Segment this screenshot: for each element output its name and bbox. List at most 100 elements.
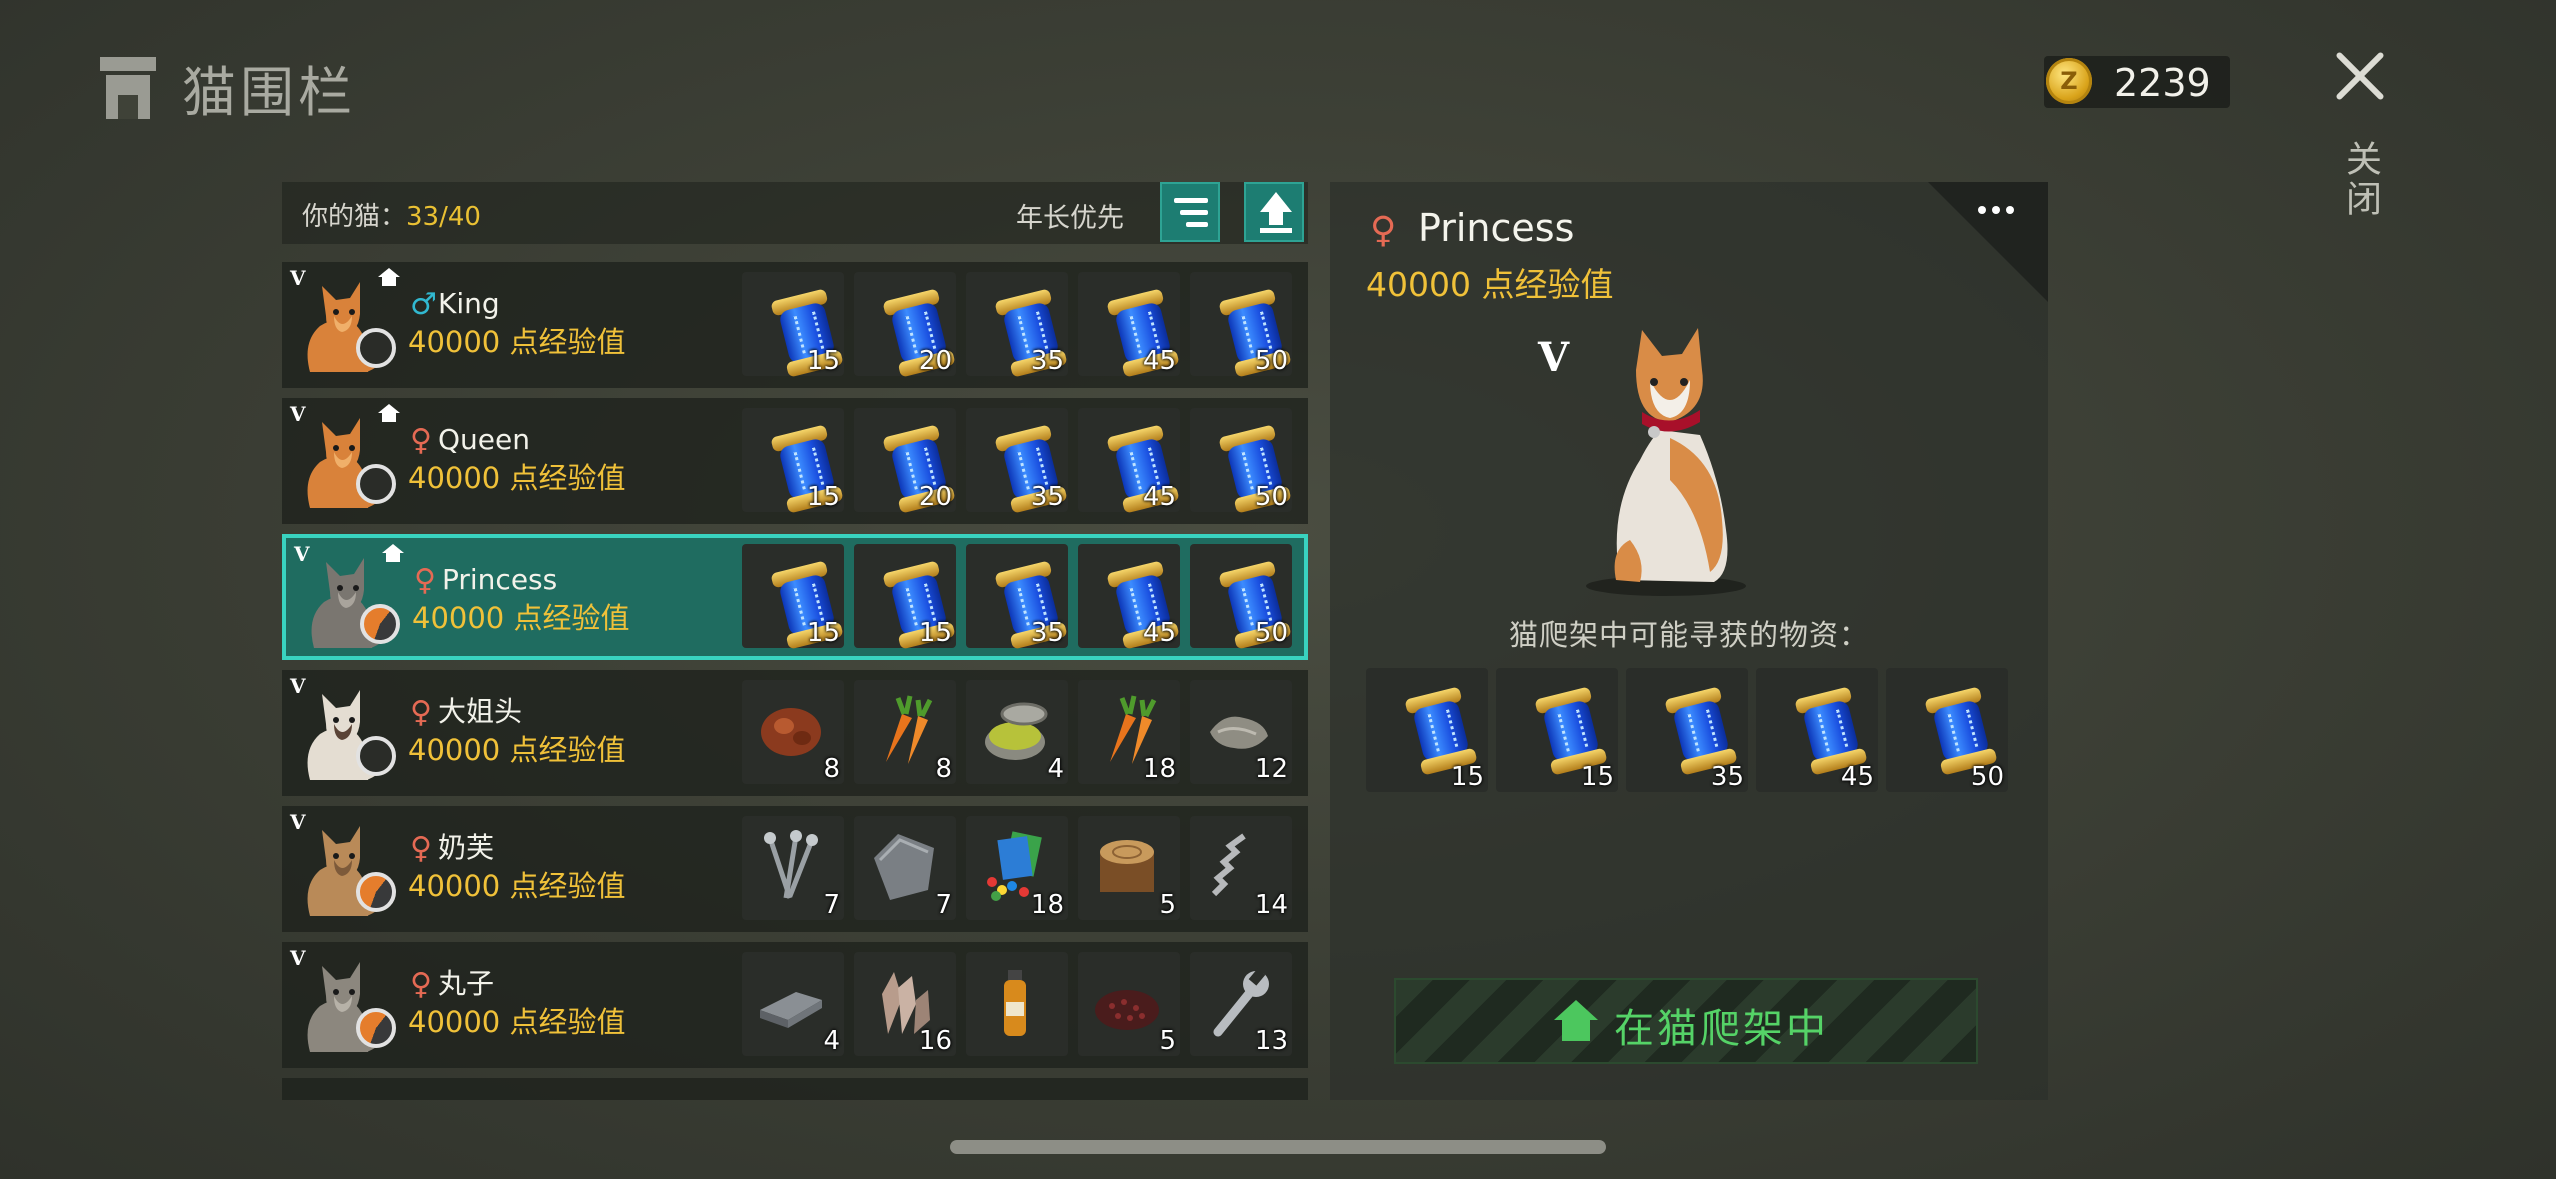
cat-list-header: 你的猫：33/40 年长优先 bbox=[282, 182, 1308, 244]
item-slot[interactable]: 18 bbox=[1078, 680, 1180, 784]
item-slot[interactable]: 45 bbox=[1078, 544, 1180, 650]
bottle-icon bbox=[980, 964, 1050, 1040]
gender-female-icon: ♀ bbox=[410, 831, 432, 866]
cat-row[interactable]: V ♀ Princess 40000 点经验值 15 15 35 45 50 bbox=[282, 534, 1308, 660]
item-quantity: 45 bbox=[1142, 346, 1176, 376]
cat-name: King bbox=[438, 287, 500, 320]
item-quantity: 14 bbox=[1254, 890, 1288, 920]
item-quantity: 8 bbox=[823, 754, 840, 784]
item-quantity: 15 bbox=[806, 618, 840, 648]
sort-direction-button[interactable] bbox=[1244, 182, 1304, 242]
cat-exp: 40000 点经验值 bbox=[408, 1005, 626, 1039]
more-options-icon[interactable] bbox=[1978, 206, 2014, 214]
item-slot[interactable]: 7 bbox=[742, 816, 844, 920]
cat-row[interactable]: V ♀ 丸子 40000 点经验值 4 16 5 13 bbox=[282, 942, 1308, 1068]
level-ring-icon bbox=[356, 464, 396, 504]
item-quantity: 13 bbox=[1254, 1026, 1288, 1056]
close-icon[interactable] bbox=[2332, 48, 2388, 104]
cat-detail-panel: ♀ Princess 40000 点经验值 V 猫爬架中可能寻获的物资： 15 1… bbox=[1330, 182, 2048, 1100]
item-slot[interactable]: 4 bbox=[742, 952, 844, 1056]
cat-exp: 40000 点经验值 bbox=[408, 325, 626, 359]
cat-list[interactable]: V ♂ King 40000 点经验值 15 20 35 45 50 V ♀ Queen 40000 点… bbox=[282, 262, 1308, 1100]
item-quantity: 5 bbox=[1159, 1026, 1176, 1056]
item-slot[interactable]: 12 bbox=[1190, 680, 1292, 784]
item-slot[interactable] bbox=[966, 952, 1068, 1056]
item-slot[interactable]: 50 bbox=[1190, 272, 1292, 378]
item-slot[interactable]: 13 bbox=[1190, 952, 1292, 1056]
item-quantity: 15 bbox=[806, 346, 840, 376]
item-slot[interactable]: 50 bbox=[1190, 408, 1292, 514]
home-indicator[interactable] bbox=[950, 1140, 1606, 1154]
item-slot[interactable]: 35 bbox=[966, 408, 1068, 514]
gender-female-icon: ♀ bbox=[410, 695, 432, 730]
detail-cat-name: Princess bbox=[1418, 206, 1575, 250]
gender-female-icon: ♀ bbox=[410, 967, 432, 1002]
item-slot[interactable]: 5 bbox=[1078, 952, 1180, 1056]
item-quantity: 15 bbox=[806, 482, 840, 512]
item-quantity: 15 bbox=[918, 618, 952, 648]
seeds-icon bbox=[1092, 964, 1162, 1040]
cat-row[interactable]: V ♂ King 40000 点经验值 15 20 35 45 50 bbox=[282, 262, 1308, 388]
item-quantity: 50 bbox=[1254, 346, 1288, 376]
item-slot[interactable]: 15 bbox=[742, 408, 844, 514]
item-slot[interactable]: 15 bbox=[742, 544, 844, 650]
item-slot[interactable]: 15 bbox=[1496, 668, 1618, 792]
cat-name: Princess bbox=[442, 563, 558, 596]
dna-capsule-icon bbox=[1780, 682, 1868, 776]
item-slot[interactable]: 20 bbox=[854, 408, 956, 514]
level-ring-icon bbox=[356, 736, 396, 776]
status-in-cat-tree[interactable]: 在猫爬架中 bbox=[1394, 978, 1978, 1064]
item-slot[interactable]: 50 bbox=[1886, 668, 2008, 792]
item-slot[interactable]: 18 bbox=[966, 816, 1068, 920]
nails-icon bbox=[756, 828, 826, 904]
carrot-icon bbox=[868, 692, 938, 768]
item-slot[interactable]: 50 bbox=[1190, 544, 1292, 650]
your-cats-count: 33/40 bbox=[406, 202, 481, 232]
item-quantity: 15 bbox=[1580, 762, 1614, 792]
item-quantity: 50 bbox=[1254, 482, 1288, 512]
item-slot[interactable]: 35 bbox=[1626, 668, 1748, 792]
item-quantity: 4 bbox=[823, 1026, 840, 1056]
item-quantity: 35 bbox=[1030, 346, 1064, 376]
your-cats-label: 你的猫： bbox=[302, 202, 407, 232]
item-slot[interactable]: 35 bbox=[966, 272, 1068, 378]
item-slot[interactable]: 45 bbox=[1078, 408, 1180, 514]
item-quantity: 45 bbox=[1142, 482, 1176, 512]
cat-exp: 40000 点经验值 bbox=[408, 869, 626, 903]
cat-name: 奶芙 bbox=[438, 831, 495, 864]
level-ring-icon bbox=[356, 1008, 396, 1048]
item-slot[interactable]: 15 bbox=[1366, 668, 1488, 792]
item-slot[interactable]: 15 bbox=[742, 272, 844, 378]
cat-name: Queen bbox=[438, 423, 530, 456]
gender-female-icon: ♀ bbox=[410, 423, 432, 458]
item-slot[interactable]: 8 bbox=[742, 680, 844, 784]
tin-can-icon bbox=[980, 692, 1050, 768]
item-slot[interactable]: 5 bbox=[1078, 816, 1180, 920]
item-slot[interactable]: 20 bbox=[854, 272, 956, 378]
gender-male-icon: ♂ bbox=[410, 287, 437, 322]
item-slot[interactable]: 7 bbox=[854, 816, 956, 920]
raw-meat-icon bbox=[756, 692, 826, 768]
metal-plate-icon bbox=[868, 828, 938, 904]
item-slot[interactable]: 8 bbox=[854, 680, 956, 784]
cat-row[interactable]: V ♀ Queen 40000 点经验值 15 20 35 45 50 bbox=[282, 398, 1308, 524]
item-slot[interactable]: 14 bbox=[1190, 816, 1292, 920]
item-slot[interactable]: 45 bbox=[1756, 668, 1878, 792]
close-label[interactable]: 关闭 bbox=[2334, 140, 2386, 220]
cat-row[interactable]: V ♀ 奶芙 40000 点经验值 7 7 18 5 14 bbox=[282, 806, 1308, 932]
sort-order-button[interactable] bbox=[1160, 182, 1220, 242]
item-slot[interactable]: 4 bbox=[966, 680, 1068, 784]
item-slot[interactable]: 35 bbox=[966, 544, 1068, 650]
item-slot[interactable]: 45 bbox=[1078, 272, 1180, 378]
item-slot[interactable]: 15 bbox=[854, 544, 956, 650]
page-header: 猫围栏 bbox=[100, 48, 356, 127]
arrow-up-icon bbox=[1260, 192, 1292, 212]
item-quantity: 16 bbox=[918, 1026, 952, 1056]
cat-row-partial[interactable] bbox=[282, 1078, 1308, 1100]
status-text: 在猫爬架中 bbox=[1614, 1006, 1829, 1052]
level-ring-icon bbox=[356, 328, 396, 368]
item-quantity: 8 bbox=[935, 754, 952, 784]
home-icon bbox=[378, 404, 400, 422]
cat-row[interactable]: V ♀ 大姐头 40000 点经验值 8 8 4 18 12 bbox=[282, 670, 1308, 796]
item-slot[interactable]: 16 bbox=[854, 952, 956, 1056]
